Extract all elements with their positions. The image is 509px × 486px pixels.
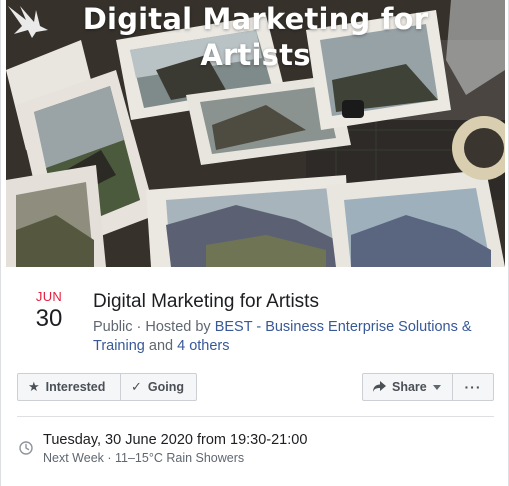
cover-title-line1: Digital Marketing for bbox=[82, 2, 429, 36]
star-icon: ★ bbox=[28, 379, 40, 394]
event-title: Digital Marketing for Artists bbox=[93, 291, 319, 312]
event-datetime[interactable]: Tuesday, 30 June 2020 from 19:30-21:00 bbox=[43, 432, 307, 448]
event-day: 30 bbox=[35, 305, 63, 332]
divider bbox=[17, 416, 494, 417]
share-arrow-icon bbox=[373, 380, 386, 395]
chevron-down-icon bbox=[432, 385, 441, 390]
cover-photo[interactable]: Digital Marketing for Artists bbox=[6, 0, 505, 267]
other-hosts-link[interactable]: 4 others bbox=[177, 338, 229, 354]
event-meta: Public · Hosted by BEST - Business Enter… bbox=[93, 318, 493, 356]
brand-eagle-icon bbox=[8, 6, 48, 38]
going-button[interactable]: ✓ Going bbox=[120, 373, 197, 401]
check-icon: ✓ bbox=[131, 379, 142, 394]
share-button[interactable]: Share bbox=[362, 373, 453, 401]
more-options-icon: ··· bbox=[464, 379, 482, 395]
event-date: JUN 30 bbox=[21, 289, 77, 334]
cover-title: Digital Marketing for Artists bbox=[6, 2, 505, 74]
going-label: Going bbox=[147, 380, 185, 394]
event-card: Digital Marketing for Artists JUN 30 Dig… bbox=[0, 0, 509, 486]
more-options-button[interactable]: ··· bbox=[452, 373, 494, 401]
cover-title-line2: Artists bbox=[200, 37, 311, 72]
interested-button[interactable]: ★ Interested bbox=[17, 373, 121, 401]
event-month: JUN bbox=[35, 289, 63, 304]
event-privacy-host-prefix: Public · Hosted by bbox=[93, 319, 215, 335]
clock-icon bbox=[19, 441, 33, 455]
interested-label: Interested bbox=[45, 380, 106, 394]
event-weather: Next Week · 11–15°C Rain Showers bbox=[43, 451, 245, 465]
event-meta-and: and bbox=[144, 338, 178, 354]
share-label: Share bbox=[392, 380, 427, 394]
